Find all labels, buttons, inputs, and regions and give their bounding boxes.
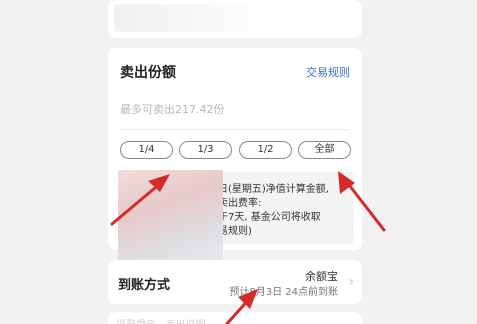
arrow-to-bottom-icon — [224, 289, 258, 324]
arrow-to-all-icon — [338, 171, 386, 232]
annotation-arrows — [110, 171, 386, 324]
arrow-to-quarter-icon — [110, 174, 170, 226]
